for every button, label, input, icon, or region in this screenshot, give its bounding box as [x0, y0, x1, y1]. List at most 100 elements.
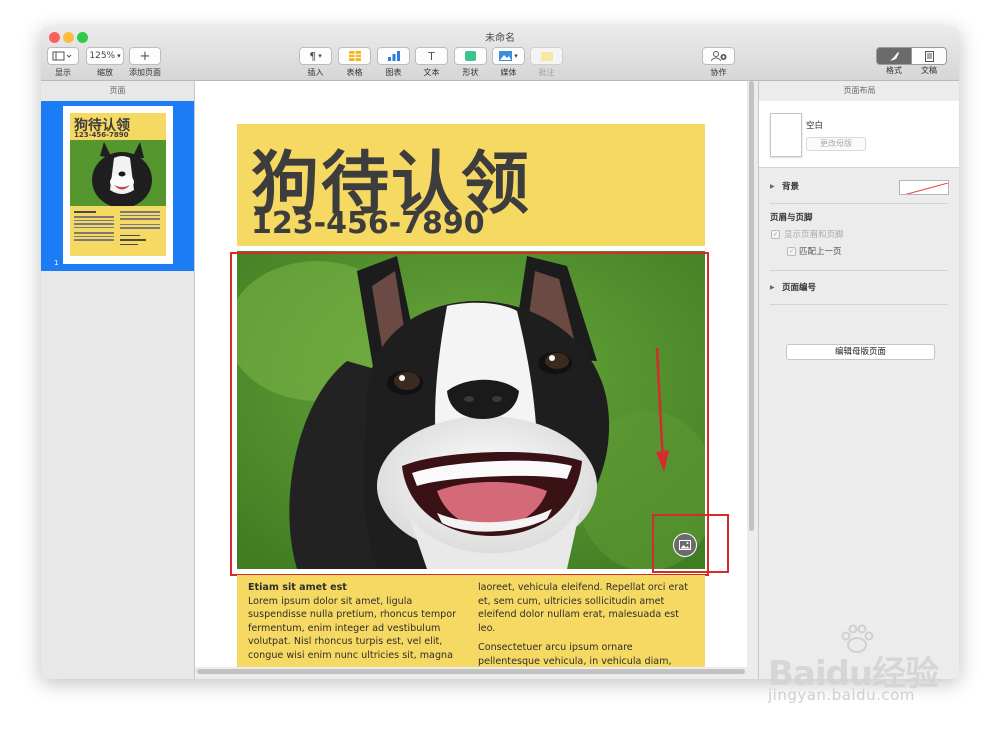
column-1-body: Lorem ipsum dolor sit amet, ligula suspe… [248, 595, 457, 661]
divider [770, 203, 948, 204]
shape-button[interactable] [454, 47, 487, 65]
media-icon [499, 51, 513, 61]
flyer-phone[interactable]: 123-456-7890 [251, 206, 485, 241]
add-page-button[interactable]: + [129, 47, 161, 65]
watermark-url: jingyan.baidu.com [768, 686, 915, 704]
add-page-control[interactable]: + 添加页面 [129, 47, 161, 78]
comment-control[interactable]: 批注 [530, 47, 563, 78]
view-control[interactable]: 显示 [47, 47, 79, 78]
table-button[interactable] [338, 47, 371, 65]
master-name: 空白 [806, 121, 824, 131]
thumbnail-dog-photo [70, 140, 166, 206]
shape-control[interactable]: 形状 [454, 47, 487, 78]
chart-control[interactable]: 图表 [377, 47, 410, 78]
page-thumbnail[interactable]: 狗待认领 123-456-7890 [63, 106, 173, 264]
flyer-body-text[interactable]: Etiam sit amet est Lorem ipsum dolor sit… [237, 575, 705, 667]
insert-button[interactable]: ¶ ▾ [299, 47, 332, 65]
view-button[interactable] [47, 47, 79, 65]
collaborate-button[interactable] [702, 47, 735, 65]
show-header-footer-label: 显示页眉和页脚 [784, 230, 844, 240]
background-label[interactable]: 背景 [782, 180, 799, 192]
format-icon [889, 51, 899, 61]
page-number: 1 [54, 259, 59, 267]
thumbnail-text-col1 [74, 211, 114, 243]
toolbar: 未命名 显示 125% ▾ 缩放 + 添加页面 ¶ ▾ 插入 表格 图表 T 文… [41, 27, 959, 81]
window-title: 未命名 [485, 33, 515, 44]
document-canvas[interactable]: 狗待认领 123-456-7890 Etiam sit amet est Lor… [195, 81, 758, 679]
insert-icon: ¶ [309, 49, 317, 63]
format-label: 格式 [886, 66, 902, 75]
annotation-arrow [655, 347, 669, 472]
column-2-paragraph-1: laoreet, vehicula eleifend. Repellat orc… [478, 582, 689, 634]
disclosure-triangle-icon[interactable]: ▶ [770, 183, 775, 190]
comment-icon [540, 51, 553, 61]
sidebar-title: 页面 [109, 86, 126, 95]
column-2-paragraph-2: Consectetuer arcu ipsum ornare pellentes… [478, 642, 672, 667]
chevron-down-icon: ▾ [514, 52, 518, 60]
insert-control[interactable]: ¶ ▾ 插入 [299, 47, 332, 78]
header-footer-label: 页眉与页脚 [770, 213, 813, 223]
background-color-well[interactable] [899, 180, 949, 195]
inspector-title: 页面布局 [843, 86, 876, 95]
document-page[interactable]: 狗待认领 123-456-7890 Etiam sit amet est Lor… [195, 81, 747, 667]
table-icon [348, 51, 361, 61]
thumbnail-text-col2 [120, 211, 160, 248]
text-column-2[interactable]: laoreet, vehicula eleifend. Repellat orc… [478, 581, 694, 667]
match-previous-label: 匹配上一页 [799, 247, 842, 257]
media-control[interactable]: ▾ 媒体 [492, 47, 525, 78]
text-column-1[interactable]: Etiam sit amet est Lorem ipsum dolor sit… [248, 581, 464, 663]
add-page-label: 添加页面 [129, 68, 161, 77]
change-master-button[interactable]: 更改母版 [806, 137, 866, 151]
text-button[interactable]: T [415, 47, 448, 65]
collaborate-label: 协作 [710, 68, 727, 77]
table-label: 表格 [346, 68, 363, 77]
page-numbering-label[interactable]: 页面编号 [782, 281, 816, 293]
add-icon: + [139, 48, 151, 64]
baidu-watermark: Baidu经验 jingyan.baidu.com [768, 624, 958, 708]
horizontal-scrollbar[interactable] [197, 669, 745, 674]
zoom-select[interactable]: 125% ▾ [86, 47, 124, 65]
comment-label: 批注 [538, 68, 555, 77]
page-thumbnail-selected[interactable]: 狗待认领 123-456-7890 1 [41, 101, 194, 271]
collaborate-control[interactable]: 协作 [702, 47, 735, 78]
table-control[interactable]: 表格 [338, 47, 371, 78]
divider [770, 304, 948, 305]
view-icon [52, 51, 72, 61]
image-placeholder-icon [679, 540, 691, 550]
view-label: 显示 [55, 68, 71, 77]
zoom-value: 125% [89, 51, 116, 61]
zoom-control[interactable]: 125% ▾ 缩放 [86, 47, 124, 78]
insert-label: 插入 [307, 68, 324, 77]
chart-button[interactable] [377, 47, 410, 65]
comment-button[interactable] [530, 47, 563, 65]
divider [770, 270, 948, 271]
zoom-label: 缩放 [97, 68, 113, 77]
show-header-footer-checkbox[interactable]: ✓ [771, 230, 780, 239]
chart-label: 图表 [385, 68, 402, 77]
vertical-scrollbar[interactable] [749, 81, 754, 531]
document-icon [924, 50, 934, 62]
master-thumbnail[interactable] [770, 113, 802, 157]
media-button[interactable]: ▾ [492, 47, 525, 65]
disclosure-triangle-icon[interactable]: ▶ [770, 284, 775, 291]
format-inspector: 页面布局 空白 更改母版 ▶ 背景 页眉与页脚 ✓ 显示页眉和页脚 ✓ 匹配上一… [758, 81, 959, 679]
media-placeholder-button[interactable] [673, 533, 697, 557]
column-heading: Etiam sit amet est [248, 582, 347, 593]
annotation-photo-frame [230, 252, 709, 576]
chevron-down-icon: ▾ [117, 52, 121, 60]
media-label: 媒体 [500, 68, 517, 77]
chevron-down-icon: ▾ [318, 52, 322, 60]
chart-icon [387, 51, 400, 61]
shape-label: 形状 [462, 68, 479, 77]
master-section: 空白 更改母版 [759, 101, 959, 168]
thumbnail-phone: 123-456-7890 [74, 131, 129, 139]
thumbnail-flyer: 狗待认领 123-456-7890 [70, 113, 166, 256]
text-label: 文本 [423, 68, 440, 77]
match-previous-checkbox[interactable]: ✓ [787, 247, 796, 256]
text-control[interactable]: T 文本 [415, 47, 448, 78]
format-control[interactable]: 格式 文稿 [876, 47, 947, 76]
no-fill-slash-icon [905, 182, 948, 194]
text-icon: T [428, 49, 435, 63]
edit-master-button[interactable]: 编辑母版页面 [786, 344, 935, 360]
flyer-header: 狗待认领 123-456-7890 [237, 124, 705, 246]
